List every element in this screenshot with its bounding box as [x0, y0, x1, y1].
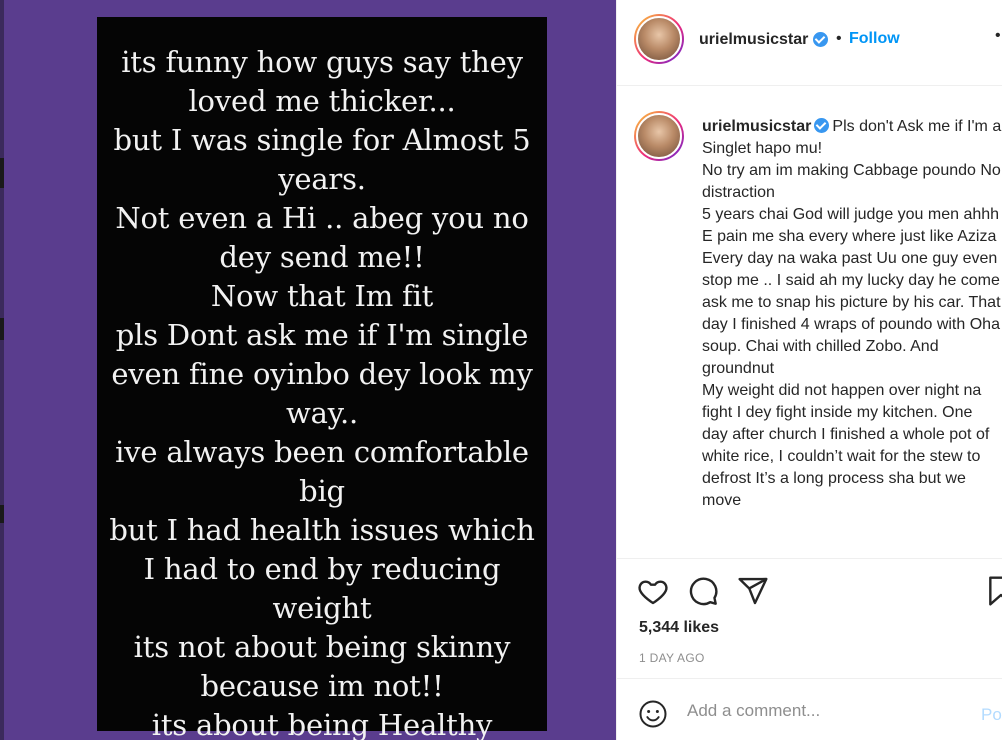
- story-text-line: but I was single for Almost 5: [113, 123, 531, 157]
- story-text-line: even fine oyinbo dey look my: [111, 357, 533, 391]
- caption-text: urielmusicstar Pls don't Ask me if I'm a …: [702, 116, 1002, 512]
- post-side-panel: urielmusicstar • Follow • urielmusicstar…: [616, 0, 1002, 740]
- more-options-icon[interactable]: •: [995, 27, 1001, 45]
- story-text-line: ive always been comfortable: [115, 435, 529, 469]
- verified-badge-icon: [814, 118, 830, 133]
- previous-post-edge: [0, 0, 4, 740]
- story-text: its funny how guys say they loved me thic…: [97, 17, 547, 740]
- follow-button[interactable]: Follow: [849, 30, 900, 48]
- post-comment-button[interactable]: Po: [981, 705, 1002, 725]
- edge-mark: [0, 505, 4, 523]
- comment-input[interactable]: [687, 697, 967, 725]
- story-text-line: Now that Im fit: [210, 279, 434, 313]
- post-media: its funny how guys say they loved me thic…: [0, 0, 616, 740]
- story-text-line: I had to end by reducing: [143, 552, 501, 586]
- caption-username[interactable]: urielmusicstar: [702, 118, 811, 135]
- edge-mark: [0, 158, 4, 188]
- story-text-line: years.: [278, 162, 366, 196]
- story-text-line: its funny how guys say they: [121, 45, 523, 79]
- bookmark-icon[interactable]: [987, 575, 1002, 612]
- likes-count[interactable]: 5,344 likes: [639, 619, 719, 637]
- emoji-icon[interactable]: [638, 699, 668, 734]
- comment-icon[interactable]: [687, 575, 719, 612]
- post-timestamp[interactable]: 1 DAY AGO: [639, 651, 705, 665]
- story-text-line: weight: [272, 591, 372, 625]
- story-text-line: its not about being skinny: [133, 630, 511, 664]
- post-actions: 5,344 likes 1 DAY AGO: [617, 558, 1002, 678]
- story-image: its funny how guys say they loved me thic…: [97, 17, 547, 740]
- caption-section: urielmusicstar Pls don't Ask me if I'm a …: [617, 87, 1002, 557]
- post-header: urielmusicstar • Follow •: [617, 0, 1002, 86]
- caption-body: Pls don't Ask me if I'm a Singlet hapo m…: [702, 118, 1002, 509]
- avatar[interactable]: [634, 111, 684, 161]
- story-text-line: dey send me!!: [219, 240, 425, 274]
- story-text-line: way..: [285, 396, 359, 430]
- separator-dot: •: [836, 30, 842, 47]
- share-icon[interactable]: [737, 575, 769, 612]
- story-text-line: its about being Healthy: [151, 708, 493, 740]
- story-text-line: Not even a Hi .. abeg you no: [115, 201, 529, 235]
- heart-icon[interactable]: [637, 575, 669, 612]
- avatar[interactable]: [634, 14, 684, 64]
- story-text-line: because im not!!: [200, 669, 444, 703]
- story-text-line: but I had health issues which: [109, 513, 535, 547]
- edge-mark: [0, 318, 4, 340]
- story-text-line: loved me thicker...: [188, 84, 456, 118]
- story-text-line: pls Dont ask me if I'm single: [115, 318, 529, 352]
- comment-bar: Po: [617, 678, 1002, 740]
- header-username[interactable]: urielmusicstar: [699, 31, 808, 49]
- verified-badge-icon: [813, 32, 828, 47]
- story-text-line: big: [299, 474, 345, 508]
